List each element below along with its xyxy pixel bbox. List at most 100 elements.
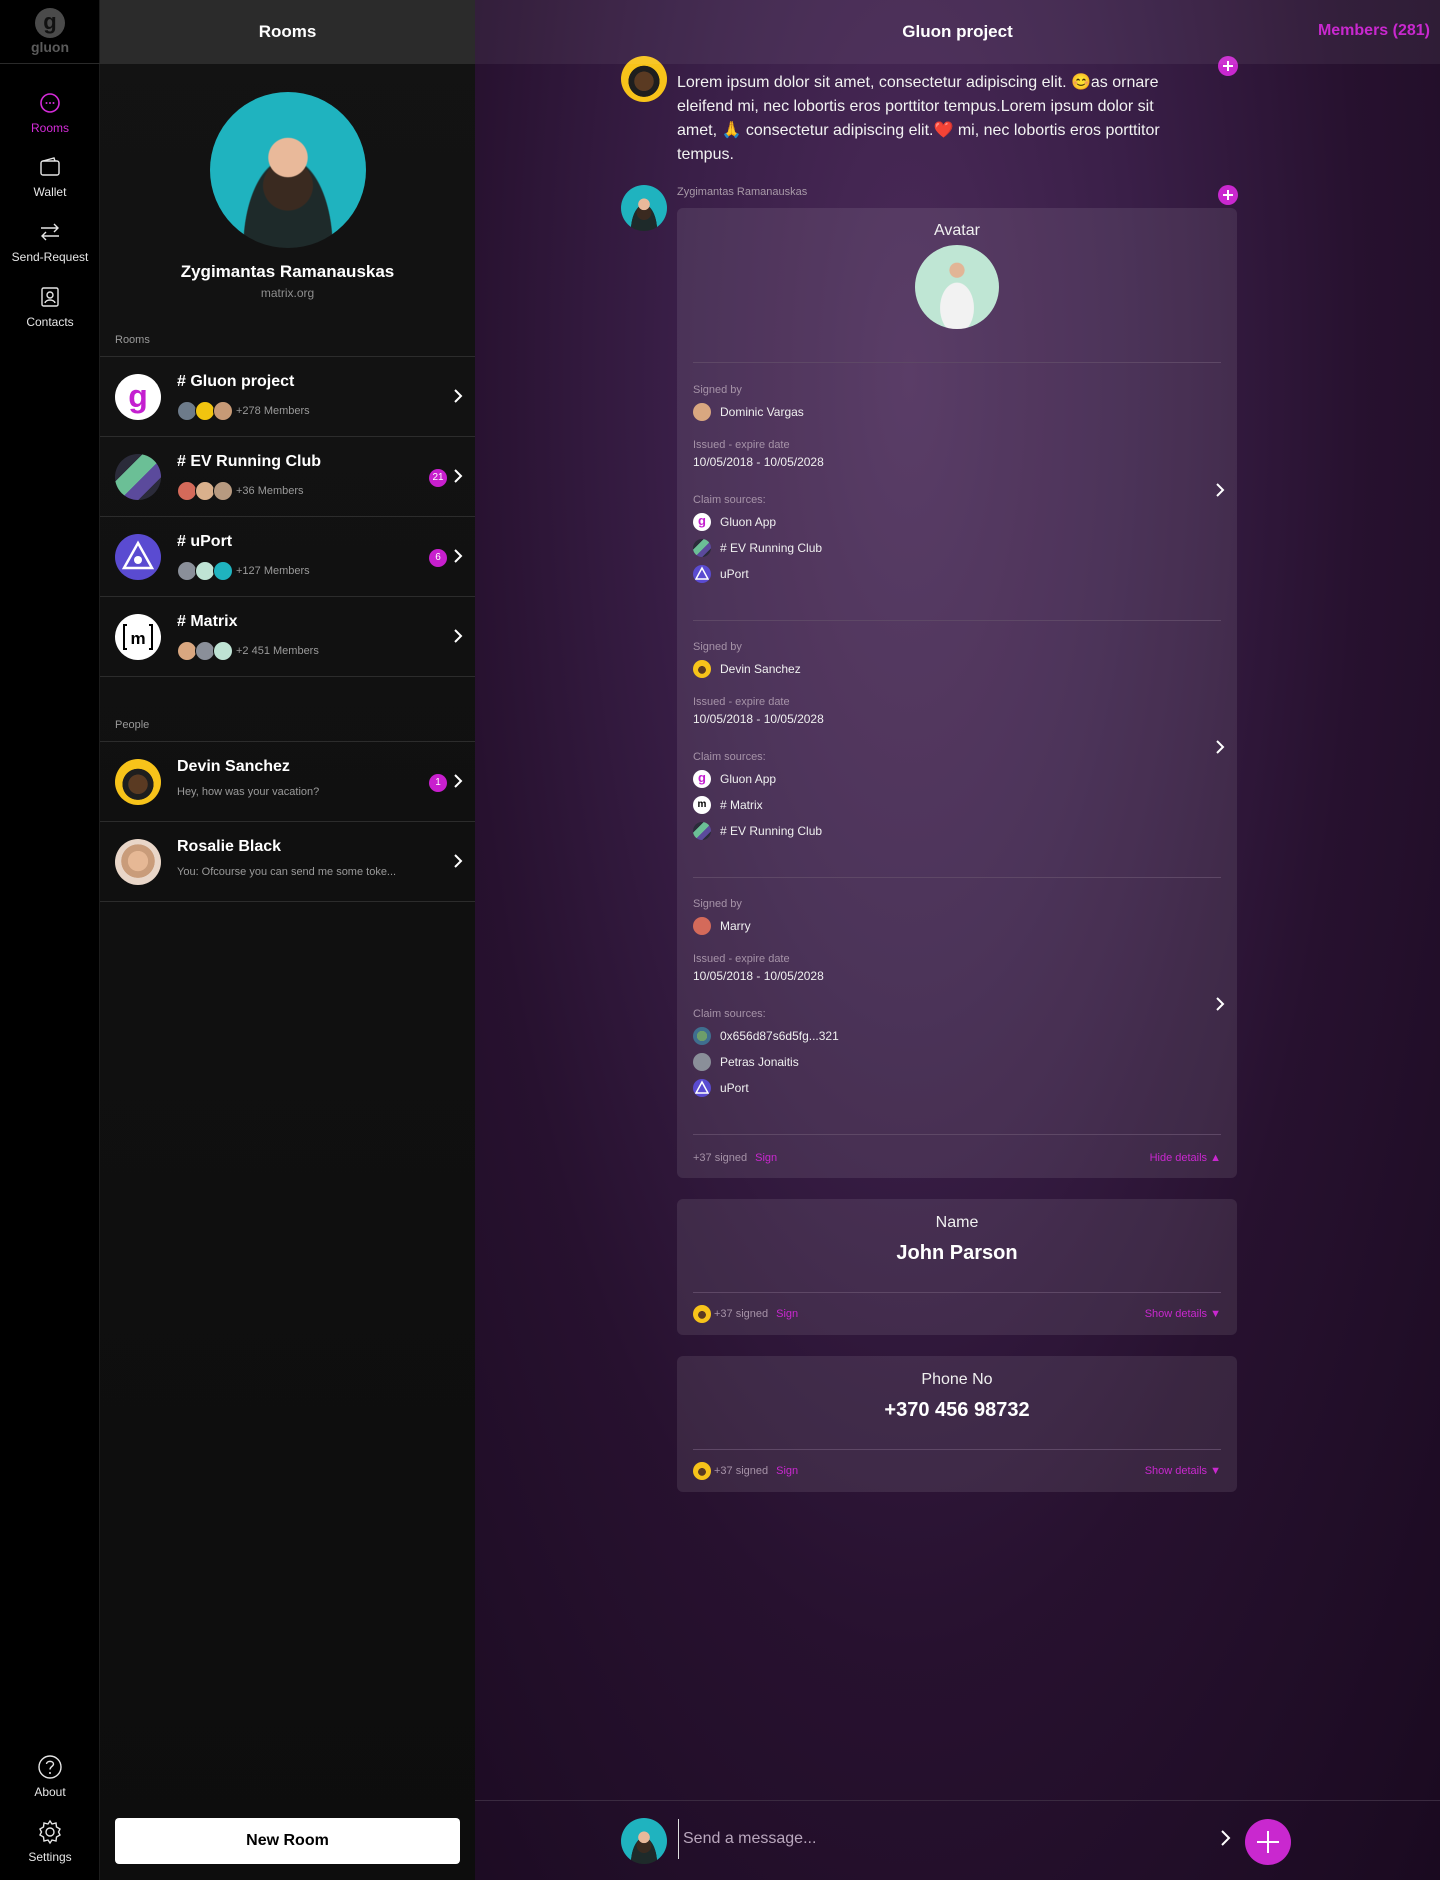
- app-root: g gluon Rooms Wallet Send-Request Contac…: [0, 0, 1440, 1880]
- send-icon[interactable]: [1220, 1829, 1232, 1847]
- nav-item-label: Send-Request: [11, 250, 89, 264]
- members-link[interactable]: Members (281): [1318, 22, 1430, 40]
- add-attachment-button[interactable]: [1245, 1819, 1291, 1865]
- room-title: # uPort: [177, 533, 233, 550]
- uport-icon: [693, 1079, 711, 1097]
- svg-text:g: g: [128, 378, 148, 414]
- profile-avatar[interactable]: [209, 92, 366, 248]
- avatar-image[interactable]: [915, 245, 999, 329]
- question-icon: [37, 1751, 63, 1783]
- room-title: # Matrix: [177, 613, 238, 630]
- matrix-avatar: m: [115, 614, 161, 660]
- sign-link[interactable]: Sign: [776, 1465, 798, 1477]
- people-section-label: People: [115, 719, 150, 731]
- swap-arrows-icon: [39, 216, 61, 248]
- person-item-devin-sanchez[interactable]: Devin Sanchez Hey, how was your vacation…: [100, 742, 475, 822]
- avatar-claim-card: Avatar Signed by Dominic Vargas Issued -…: [677, 208, 1237, 1178]
- source-name: uPort: [720, 1081, 749, 1095]
- ev-running-club-icon: [693, 539, 711, 557]
- nav-item-rooms[interactable]: Rooms: [0, 87, 100, 147]
- signer-avatar: [693, 1305, 711, 1323]
- message-text: Lorem ipsum dolor sit amet, consectetur …: [677, 74, 1160, 163]
- source-item: g Gluon App: [693, 512, 1213, 532]
- gluon-room-avatar: g: [115, 374, 161, 420]
- nav-item-label: Rooms: [30, 121, 69, 135]
- nav-item-contacts[interactable]: Contacts: [0, 281, 100, 341]
- nav-item-settings[interactable]: Settings: [0, 1816, 100, 1876]
- divider: [693, 362, 1221, 363]
- member-avatar: [177, 401, 197, 421]
- gear-icon: [37, 1816, 63, 1848]
- gluon-icon: g: [693, 770, 711, 788]
- signature-block[interactable]: Signed by Marry Issued - expire date 10/…: [693, 898, 1213, 1098]
- hide-details-link[interactable]: Hide details ▲: [1150, 1152, 1221, 1164]
- signature-block[interactable]: Signed by Dominic Vargas Issued - expire…: [693, 384, 1213, 584]
- profile-name: Zygimantas Ramanauskas: [180, 262, 395, 281]
- date-label: Issued - expire date: [693, 696, 790, 708]
- member-avatar: [195, 401, 215, 421]
- member-avatar: [195, 641, 215, 661]
- chat-header: Gluon project Members (281): [475, 0, 1440, 64]
- profile-server: matrix.org: [260, 286, 315, 300]
- sign-link[interactable]: Sign: [776, 1308, 798, 1320]
- room-item-matrix[interactable]: m # Matrix +2 451 Members: [100, 597, 475, 677]
- chevron-right-icon: [454, 774, 463, 788]
- unread-badge: 1: [429, 774, 447, 792]
- divider: [693, 1292, 1221, 1293]
- signature-block[interactable]: Signed by Devin Sanchez Issued - expire …: [693, 641, 1213, 841]
- member-avatar: [177, 641, 197, 661]
- source-name: # EV Running Club: [720, 824, 823, 838]
- rooms-section-label: Rooms: [115, 334, 150, 346]
- chevron-right-icon: [454, 549, 463, 563]
- member-avatar: [213, 401, 233, 421]
- chevron-right-icon[interactable]: [1215, 739, 1225, 755]
- card-title: Phone No: [921, 1371, 993, 1388]
- signer: Dominic Vargas: [693, 402, 1213, 422]
- sender-avatar[interactable]: [621, 185, 667, 231]
- uport-avatar: [115, 534, 161, 580]
- show-details-link[interactable]: Show details ▼: [1145, 1465, 1221, 1477]
- signed-count: +37 signed: [714, 1308, 769, 1320]
- room-title: # Gluon project: [177, 373, 295, 390]
- ev-running-club-icon: [693, 822, 711, 840]
- user-avatar: [621, 1818, 667, 1864]
- add-reaction-button[interactable]: [1218, 185, 1238, 205]
- unread-badge: 6: [429, 549, 447, 567]
- member-avatar: [213, 641, 233, 661]
- profile-card: Zygimantas Ramanauskas matrix.org: [100, 64, 475, 300]
- date-value: 10/05/2018 - 10/05/2028: [693, 455, 824, 469]
- rooms-list: g # Gluon project +278 Members # EV Runn…: [100, 356, 475, 677]
- nav-item-about[interactable]: About: [0, 1751, 100, 1811]
- show-details-link[interactable]: Show details ▼: [1145, 1308, 1221, 1320]
- signed-by-label: Signed by: [693, 898, 742, 910]
- card-title: Avatar: [934, 222, 980, 239]
- room-item-gluon-project[interactable]: g # Gluon project +278 Members: [100, 357, 475, 437]
- room-item-uport[interactable]: # uPort +127 Members 6: [100, 517, 475, 597]
- signed-count: +37 signed: [714, 1465, 769, 1477]
- nav-item-send-request[interactable]: Send-Request: [0, 216, 100, 276]
- signer-name: Devin Sanchez: [720, 662, 801, 676]
- chevron-right-icon[interactable]: [1215, 482, 1225, 498]
- chevron-right-icon[interactable]: [1215, 996, 1225, 1012]
- member-avatar: [213, 481, 233, 501]
- sign-link[interactable]: Sign: [755, 1152, 777, 1164]
- uport-icon: [693, 565, 711, 583]
- new-room-button[interactable]: New Room: [115, 1818, 460, 1864]
- people-list: Devin Sanchez Hey, how was your vacation…: [100, 741, 475, 902]
- date-value: 10/05/2018 - 10/05/2028: [693, 712, 824, 726]
- card-value: +370 456 98732: [884, 1399, 1030, 1421]
- room-title: # EV Running Club: [177, 453, 321, 470]
- gluon-icon: g: [693, 513, 711, 531]
- chat-bubble-icon: [39, 87, 61, 119]
- source-item: # EV Running Club: [693, 538, 1213, 558]
- nav-item-wallet[interactable]: Wallet: [0, 151, 100, 211]
- message-input[interactable]: [678, 1819, 1208, 1859]
- signer: Marry: [693, 916, 1213, 936]
- room-item-ev-running-club[interactable]: # EV Running Club +36 Members 21: [100, 437, 475, 517]
- room-members: +127 Members: [177, 561, 310, 581]
- person-item-rosalie-black[interactable]: Rosalie Black You: Ofcourse you can send…: [100, 822, 475, 902]
- member-avatar: [177, 561, 197, 581]
- signer-avatar: [693, 403, 711, 421]
- chat-title: Gluon project: [902, 22, 1013, 41]
- contacts-icon: [39, 281, 61, 313]
